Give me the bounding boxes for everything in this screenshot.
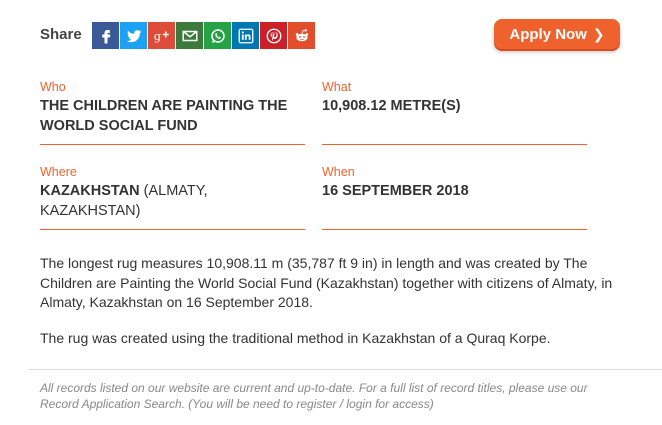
description-paragraph-2: The rug was created using the traditiona…	[40, 330, 551, 346]
reddit-share-button[interactable]	[288, 22, 315, 49]
when-field: When 16 SEPTEMBER 2018	[322, 165, 587, 230]
linkedin-icon	[238, 28, 253, 43]
share-bar: g	[92, 22, 316, 49]
apply-now-button[interactable]: Apply Now ❯	[494, 19, 620, 49]
what-field: What 10,908.12 METRE(S)	[322, 80, 587, 145]
what-value: 10,908.12 METRE(S)	[322, 98, 461, 114]
pinterest-icon	[266, 28, 281, 43]
reddit-icon	[295, 28, 308, 41]
facebook-share-button[interactable]	[92, 22, 119, 49]
facebook-icon	[101, 29, 110, 43]
divider	[28, 369, 662, 370]
pinterest-share-button[interactable]	[260, 22, 287, 49]
svg-text:g: g	[153, 29, 160, 42]
google-plus-share-button[interactable]: g	[148, 22, 175, 49]
whatsapp-icon	[210, 28, 225, 43]
where-value: KAZAKHSTAN (ALMATY, KAZAKHSTAN)	[40, 181, 305, 221]
twitter-icon	[126, 29, 141, 42]
apply-now-label: Apply Now	[509, 25, 587, 43]
when-label: When	[322, 165, 355, 179]
where-label: Where	[40, 165, 77, 179]
twitter-share-button[interactable]	[120, 22, 147, 49]
who-label: Who	[40, 80, 66, 94]
description-paragraph-1: The longest rug measures 10,908.11 m (35…	[40, 255, 613, 310]
linkedin-share-button[interactable]	[232, 22, 259, 49]
email-share-button[interactable]	[176, 22, 203, 49]
who-value: THE CHILDREN ARE PAINTING THE WORLD SOCI…	[40, 98, 288, 134]
chevron-right-icon: ❯	[592, 25, 605, 42]
footer-disclaimer: All records listed on our website are cu…	[40, 381, 588, 411]
google-plus-icon: g	[153, 29, 169, 42]
whatsapp-share-button[interactable]	[204, 22, 231, 49]
where-field: Where KAZAKHSTAN (ALMATY, KAZAKHSTAN)	[40, 165, 305, 230]
share-label: Share	[40, 26, 82, 43]
email-icon	[182, 30, 197, 41]
who-field: Who THE CHILDREN ARE PAINTING THE WORLD …	[40, 80, 305, 145]
what-label: What	[322, 80, 352, 94]
where-country: KAZAKHSTAN	[40, 183, 140, 199]
when-value: 16 SEPTEMBER 2018	[322, 183, 469, 199]
